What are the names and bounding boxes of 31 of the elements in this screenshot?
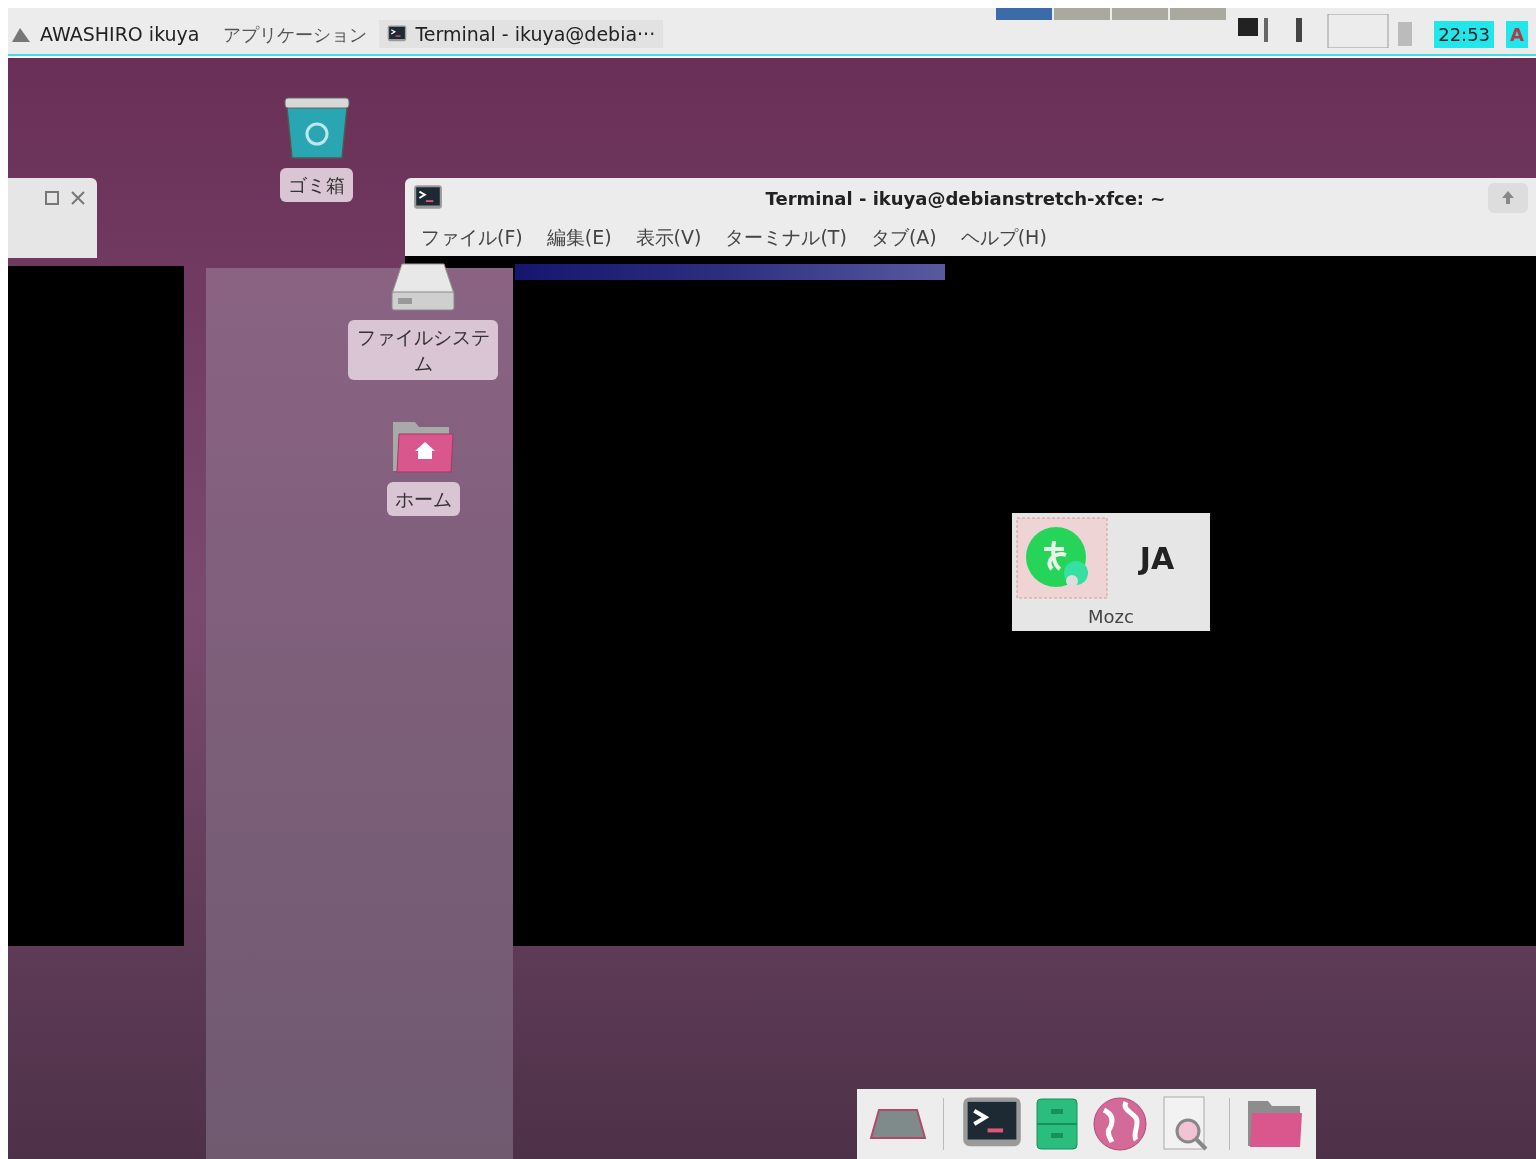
workspace-switch[interactable] — [996, 8, 1053, 20]
input-mode-label: JA — [1137, 539, 1176, 578]
close-icon[interactable] — [71, 191, 85, 205]
folder-icon[interactable] — [1245, 1099, 1304, 1149]
workspace-switch[interactable] — [1170, 8, 1227, 20]
file-cabinet-icon[interactable] — [1035, 1097, 1080, 1151]
desktop-icon-label[interactable]: ファイルシステム — [348, 320, 498, 380]
maximize-icon[interactable] — [45, 191, 59, 205]
hiragana-input-icon — [1016, 517, 1108, 599]
menu-item[interactable]: ヘルプ(H) — [960, 222, 1047, 252]
workspace-switch[interactable] — [1054, 8, 1111, 20]
menu-item[interactable]: 表示(V) — [635, 222, 702, 252]
terminal-icon — [387, 23, 408, 44]
trash-bin-icon — [282, 96, 351, 160]
home-folder-icon — [391, 420, 455, 474]
menu-item[interactable]: 編集(E) — [546, 222, 612, 252]
menu-item[interactable]: ターミナル(T) — [725, 222, 847, 252]
menu-item[interactable]: ファイル(F) — [421, 222, 523, 252]
user-name-label[interactable]: AWASHIRO ikuya — [40, 19, 200, 48]
desktop-shape-icon[interactable] — [869, 1106, 927, 1142]
menu-item[interactable]: タブ(A) — [870, 222, 937, 252]
desktop-icon-label[interactable]: ホーム — [386, 482, 460, 516]
applications-menu[interactable]: アプリケーション — [223, 21, 368, 48]
taskbar-button[interactable]: Terminal - ikuya@debia··· — [379, 19, 664, 48]
input-method-name: Mozc — [1088, 605, 1134, 629]
keyboard-layout-indicator[interactable]: A — [1506, 21, 1528, 48]
desktop-icon-label[interactable]: ゴミ箱 — [280, 168, 353, 202]
window-title: Terminal - ikuya@debianstretch-xfce: ~ — [764, 186, 1167, 211]
clock[interactable]: 22:53 — [1434, 21, 1495, 48]
hard-drive-icon — [390, 262, 456, 312]
workspace-switch[interactable] — [1112, 8, 1169, 20]
